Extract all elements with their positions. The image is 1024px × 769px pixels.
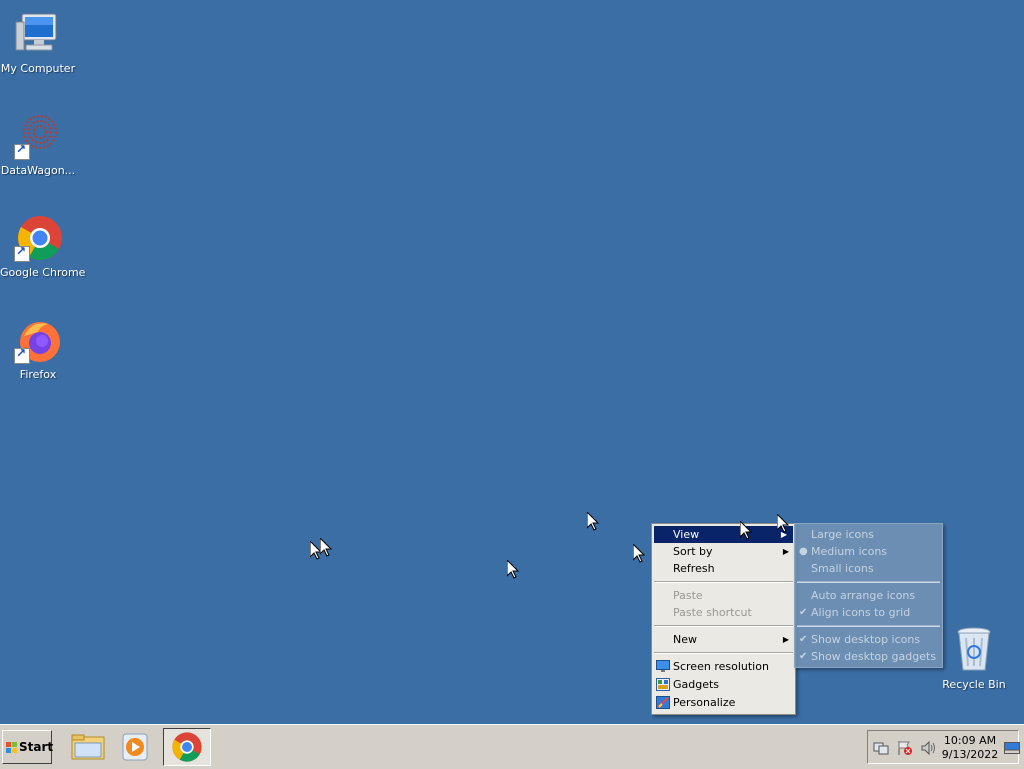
submenu-item-large-icons[interactable]: Large icons [795,526,942,543]
shortcut-arrow-icon [14,244,30,262]
taskbar-explorer-button[interactable] [65,728,109,766]
menu-item-view[interactable]: View ▶ [654,526,793,543]
network-icon[interactable] [873,740,889,756]
cursor-arrow-icon [320,538,332,557]
submenu-item-small-icons[interactable]: Small icons [795,560,942,577]
menu-item-gadgets[interactable]: Gadgets [652,676,795,694]
submenu-item-medium-icons[interactable]: ● Medium icons [795,543,942,560]
menu-item-new[interactable]: New ▶ [652,631,795,648]
shortcut-arrow-icon [14,142,30,160]
submenu-arrow-icon: ▶ [782,547,789,556]
desktop-icon-label: My Computer [0,62,76,75]
submenu-item-show-gadgets[interactable]: ✔ Show desktop gadgets [795,648,942,665]
desktop-icon-label: Google Chrome [0,266,86,279]
menu-item-paste: Paste [673,589,703,602]
desktop-icon-label: Firefox [19,368,57,381]
cursor-arrow-icon [507,560,519,579]
submenu-arrow-icon: ▶ [782,635,789,644]
submenu-item-auto-arrange[interactable]: Auto arrange icons [795,587,942,604]
menu-item-refresh[interactable]: Refresh [652,560,795,577]
taskbar-media-player-button[interactable] [112,728,156,766]
start-button[interactable]: Start [2,730,53,764]
desktop-icon-label: DataWagon... [0,164,76,177]
menu-item-screen-resolution[interactable]: Screen resolution [652,658,795,676]
windows-flag-icon [6,742,17,753]
cursor-arrow-icon [777,514,789,533]
radio-dot-icon: ● [799,546,808,557]
menu-separator [797,581,940,583]
menu-separator [654,652,793,654]
volume-icon[interactable] [920,740,936,756]
chrome-icon [14,214,62,262]
desktop-icon-firefox[interactable]: Firefox [0,316,76,381]
clock-date: 9/13/2022 [941,748,999,761]
action-center-flag-icon[interactable] [897,740,913,756]
system-tray: 10:09 AM 9/13/2022 [867,730,1019,764]
gadgets-icon [656,678,670,691]
cursor-arrow-icon [633,544,645,563]
desktop-context-menu: View ▶ Sort by ▶ Refresh Paste Paste sho… [651,523,796,715]
submenu-item-show-desktop-icons[interactable]: ✔ Show desktop icons [795,631,942,648]
taskbar: Start 10:09 AM 9/13/2022 [0,724,1024,769]
recycle-bin-icon [950,626,998,674]
show-desktop-icon[interactable] [1004,742,1020,754]
shortcut-arrow-icon [14,346,30,364]
desktop-icon-my-computer[interactable]: My Computer [0,10,76,75]
screen-resolution-icon [656,660,670,672]
clock-time: 10:09 AM [943,734,997,747]
menu-separator [654,581,793,583]
menu-separator [654,625,793,627]
desktop-icon-datawagon[interactable]: DataWagon... [0,112,76,177]
menu-separator [797,625,940,627]
firefox-icon [14,316,62,364]
checkmark-icon: ✔ [799,607,808,618]
cursor-arrow-icon [740,521,752,540]
checkmark-icon: ✔ [799,634,808,645]
menu-item-sort-by[interactable]: Sort by ▶ [652,543,795,560]
desktop-icon-recycle-bin[interactable]: Recycle Bin [936,626,1012,691]
taskbar-chrome-button[interactable] [163,728,211,766]
computer-icon [14,10,62,58]
folder-icon [71,734,105,760]
chrome-icon [172,732,202,762]
desktop-icon-google-chrome[interactable]: Google Chrome [0,214,86,279]
submenu-item-align-to-grid[interactable]: ✔ Align icons to grid [795,604,942,621]
personalize-icon [656,696,670,709]
cursor-arrow-icon [587,512,599,531]
view-submenu: Large icons ● Medium icons Small icons A… [794,523,943,668]
datawagon-icon [14,112,62,160]
media-player-icon [122,733,148,761]
checkmark-icon: ✔ [799,651,808,662]
desktop-icon-label: Recycle Bin [942,678,1006,691]
menu-item-paste-shortcut: Paste shortcut [673,606,752,619]
menu-item-personalize[interactable]: Personalize [652,694,795,712]
taskbar-clock[interactable]: 10:09 AM 9/13/2022 [940,734,1000,762]
